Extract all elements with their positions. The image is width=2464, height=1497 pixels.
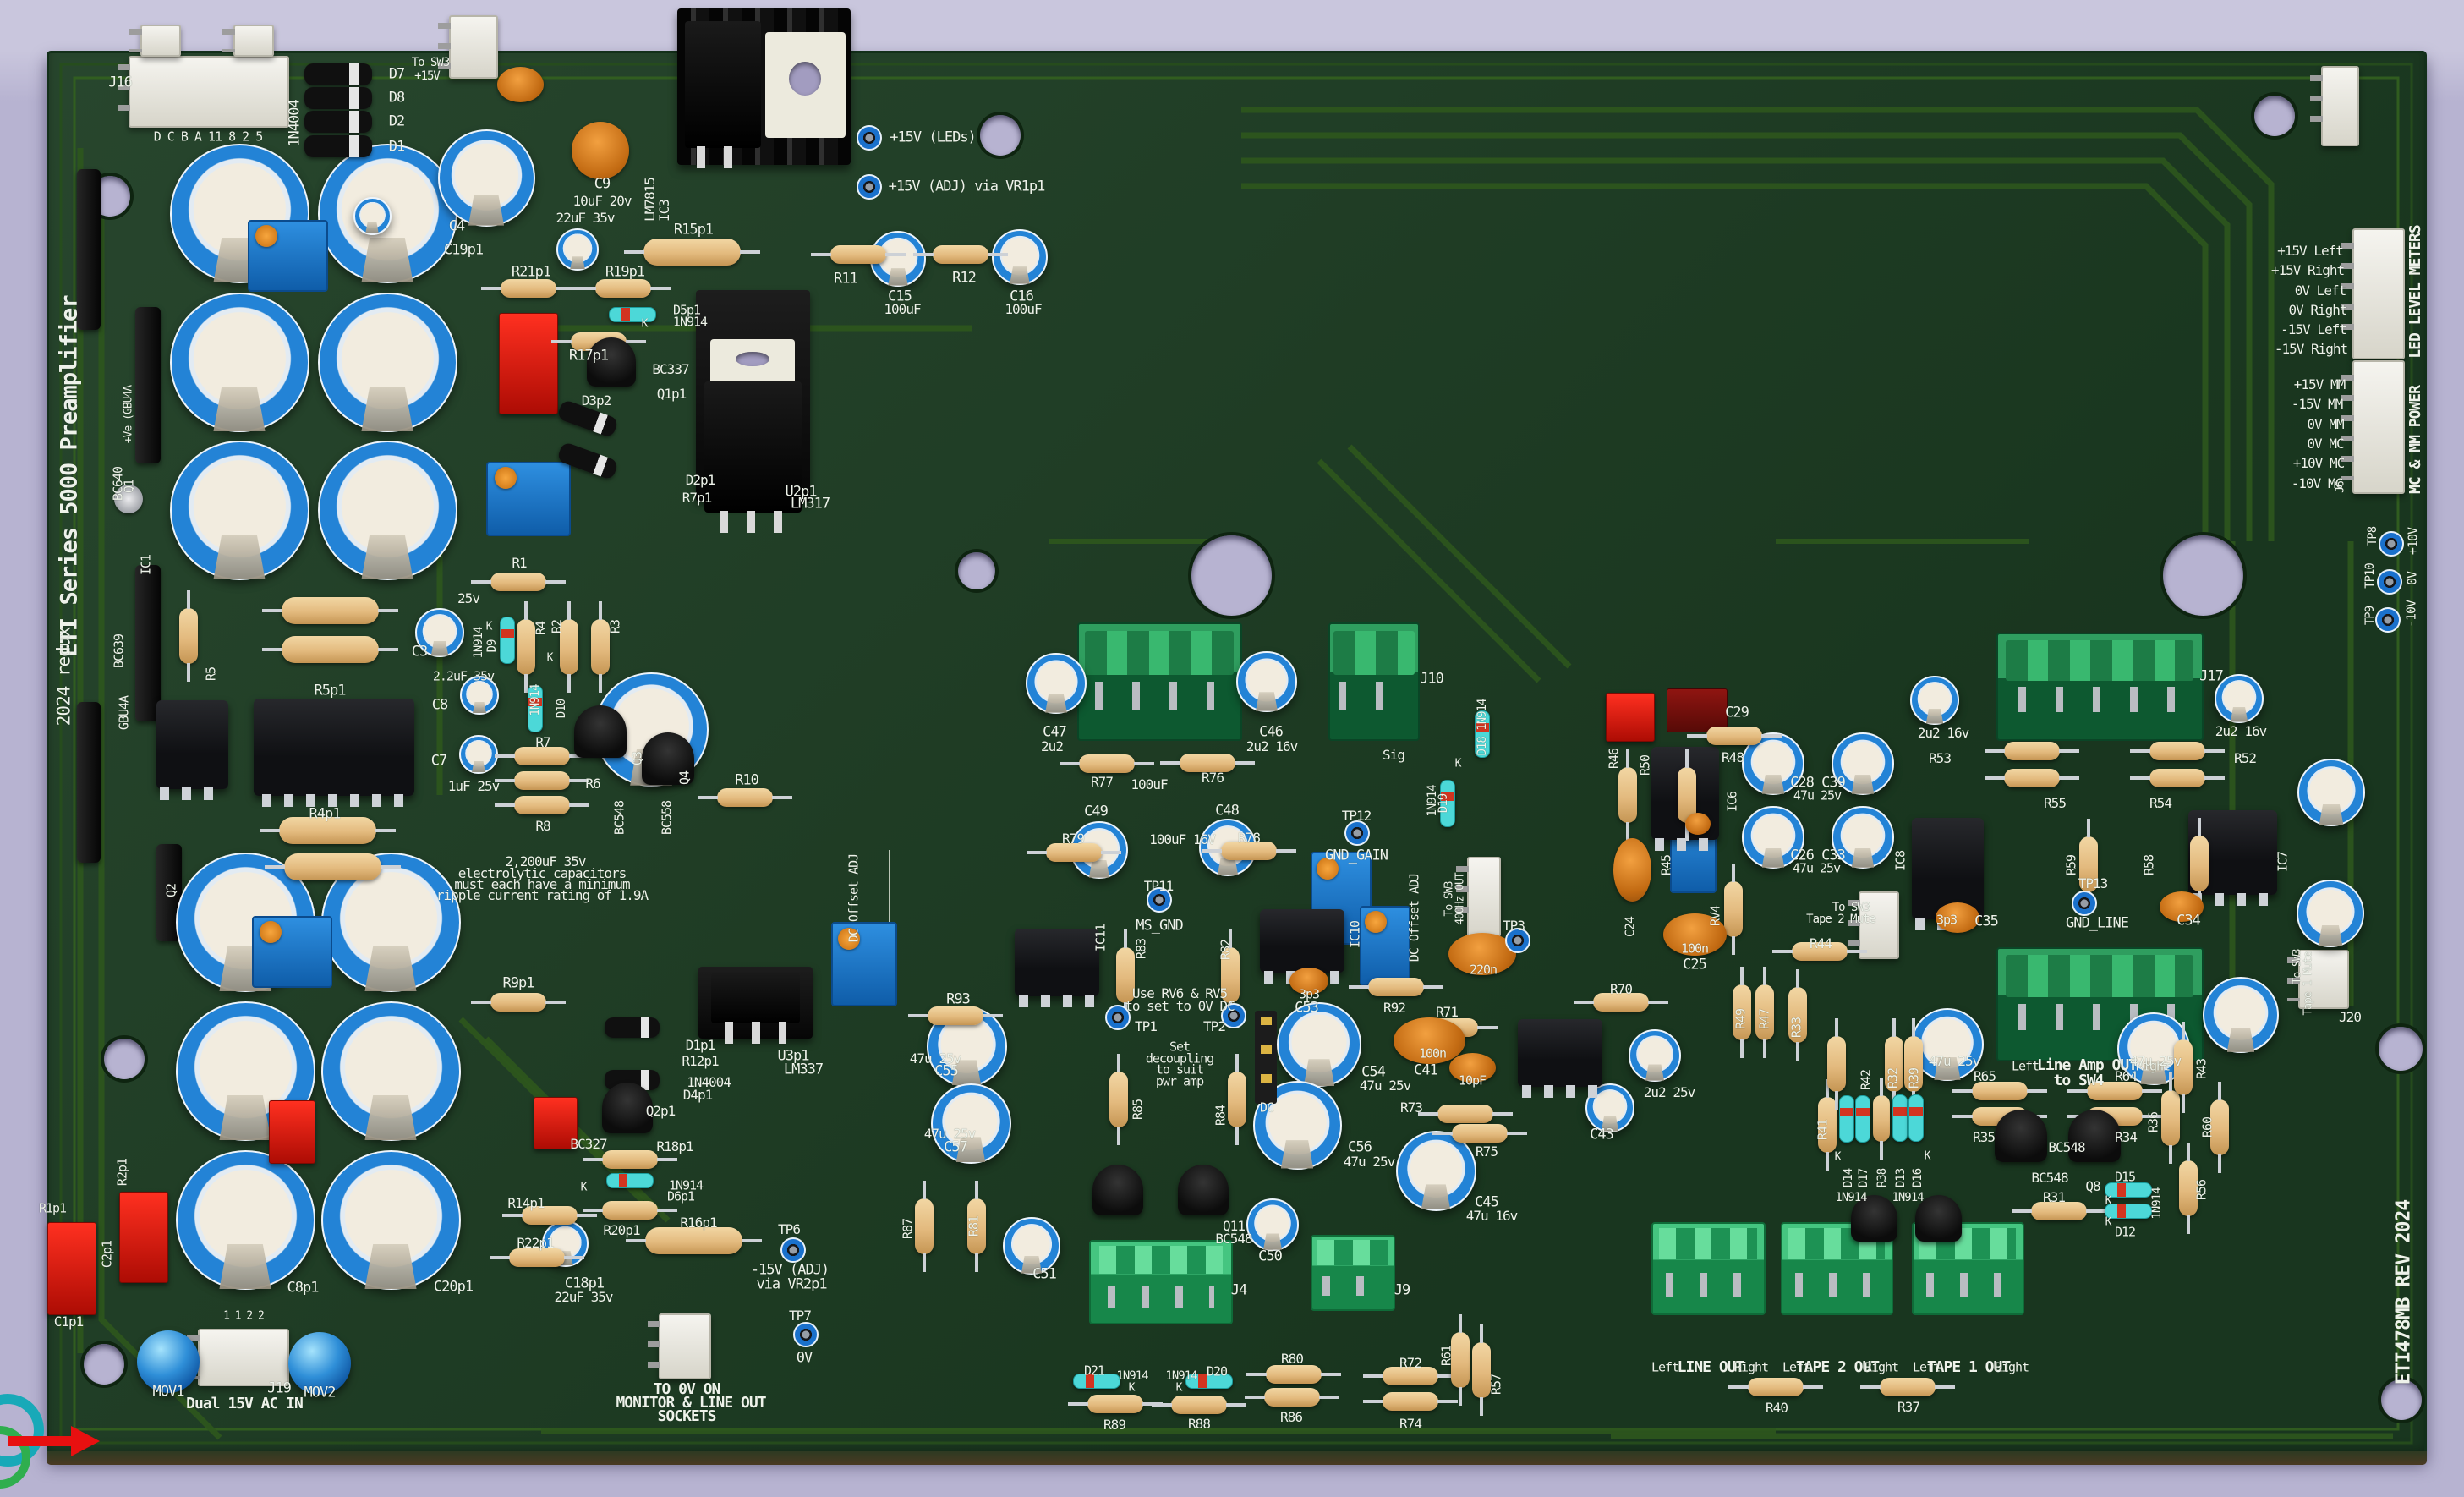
- pcb-board: [47, 51, 2427, 1457]
- axis-x-arrow-icon: [8, 1436, 73, 1446]
- axis-x-arrow-icon: [71, 1426, 100, 1456]
- pcb-3d-viewport[interactable]: J16D C B A 11 8 2 51N4004D7D8D2D1To SW3+…: [0, 0, 2464, 1497]
- board-edge: [47, 1451, 2427, 1465]
